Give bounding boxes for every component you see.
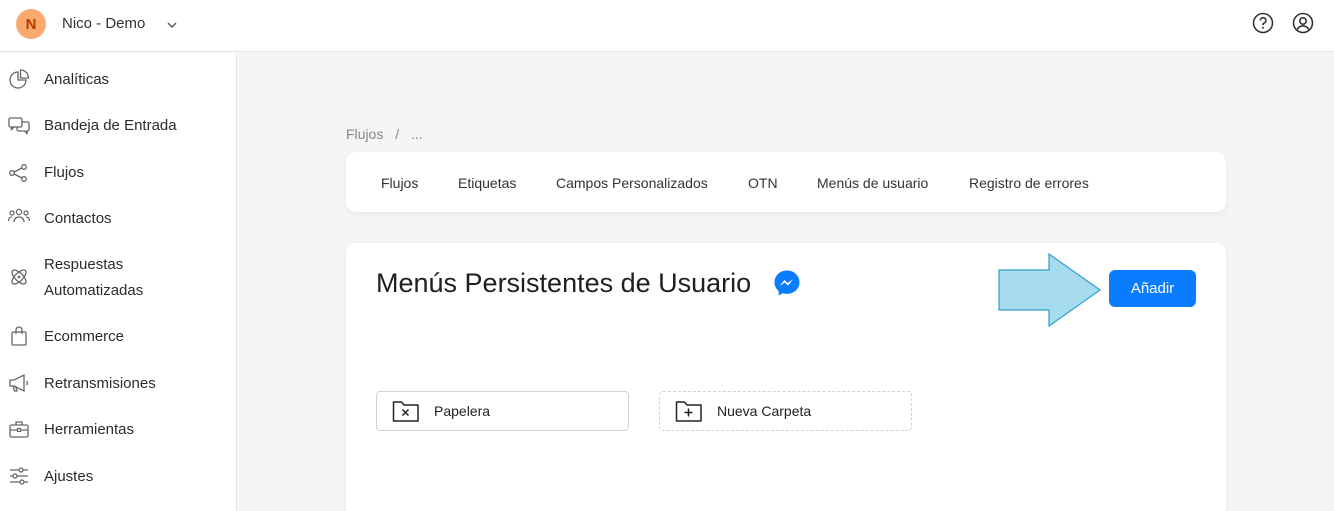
sidebar-item-label: Bandeja de Entrada	[44, 117, 177, 134]
workspace-name[interactable]: Nico - Demo	[62, 15, 145, 32]
new-folder-button[interactable]: Nueva Carpeta	[659, 391, 912, 431]
tab-registro-de-errores[interactable]: Registro de errores	[969, 175, 1089, 191]
help-icon[interactable]	[1251, 11, 1275, 35]
breadcrumb: Flujos / ...	[346, 126, 431, 142]
users-icon	[8, 208, 30, 223]
sidebar: Analíticas Bandeja de Entrada Flujos Con…	[0, 53, 237, 511]
sidebar-item-label: Herramientas	[44, 421, 135, 438]
sidebar-item-label: Ajustes	[44, 468, 94, 485]
flow-icon	[9, 164, 27, 182]
user-profile-icon[interactable]	[1291, 11, 1315, 35]
new-folder-icon	[675, 401, 702, 422]
sidebar-item-label: Contactos	[44, 210, 112, 227]
toolbox-icon	[9, 421, 29, 438]
content-card: Menús Persistentes de Usuario Añadir Pap…	[346, 243, 1226, 511]
trash-folder[interactable]: Papelera	[376, 391, 629, 431]
breadcrumb-separator: /	[395, 126, 400, 142]
sidebar-item-label: Ecommerce	[44, 328, 125, 345]
page-title: Menús Persistentes de Usuario	[376, 268, 752, 298]
tab-etiquetas[interactable]: Etiquetas	[458, 175, 516, 191]
top-bar: N Nico - Demo	[0, 0, 1334, 52]
pointer-arrow-icon	[998, 253, 1102, 327]
tab-menus-de-usuario[interactable]: Menús de usuario	[817, 175, 928, 191]
shopping-bag-icon	[11, 326, 27, 346]
megaphone-icon	[9, 373, 28, 393]
workspace-avatar[interactable]: N	[16, 9, 46, 39]
pie-chart-icon	[9, 69, 30, 89]
chevron-down-icon[interactable]	[164, 17, 180, 33]
sliders-icon	[10, 467, 28, 485]
tabs-bar: Flujos Etiquetas Campos Personalizados O…	[346, 152, 1226, 212]
folder-label: Nueva Carpeta	[717, 403, 812, 419]
tab-otn[interactable]: OTN	[748, 175, 778, 191]
breadcrumb-root[interactable]: Flujos	[346, 126, 383, 142]
breadcrumb-current: ...	[411, 126, 423, 142]
tab-campos-personalizados[interactable]: Campos Personalizados	[556, 175, 708, 191]
sidebar-item-label: Respuestas Automatizadas	[44, 256, 144, 299]
sidebar-item-label: Retransmisiones	[44, 375, 156, 392]
add-button[interactable]: Añadir	[1109, 270, 1196, 307]
atom-icon	[11, 269, 27, 285]
folder-label: Papelera	[434, 403, 491, 419]
trash-folder-icon	[392, 401, 419, 422]
chat-bubbles-icon	[8, 117, 30, 135]
messenger-icon	[774, 270, 800, 296]
sidebar-item-label: Analíticas	[44, 71, 110, 88]
sidebar-item-label: Flujos	[44, 164, 85, 181]
tab-flujos[interactable]: Flujos	[381, 175, 418, 191]
